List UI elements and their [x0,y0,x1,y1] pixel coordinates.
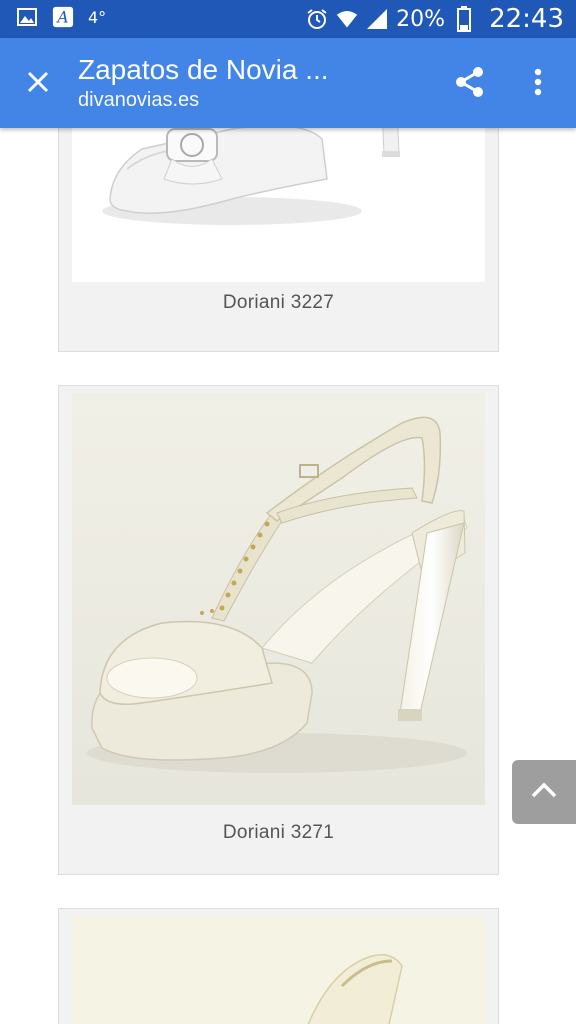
dictionary-icon: A [52,6,74,28]
signal-icon [366,8,388,30]
temperature-text: 4° [88,7,107,27]
product-card[interactable] [58,908,499,1024]
status-right: 20% 22:43 [306,4,564,34]
page-content: Doriani 3227 Doriani 3271 [0,128,576,1024]
svg-text:A: A [55,9,68,27]
product-image[interactable] [72,393,485,805]
page-title: Zapatos de Novia ... [78,54,329,85]
product-card[interactable]: Doriani 3227 [58,128,499,352]
share-icon [454,66,486,103]
app-bar: Zapatos de Novia ... divanovias.es [0,38,576,128]
chevron-up-icon [531,782,557,803]
page-domain: divanovias.es [78,89,200,111]
battery-icon [453,6,475,32]
battery-percent: 20% [396,6,446,32]
gallery-icon [16,6,38,28]
alarm-icon [306,8,328,30]
wifi-icon [336,8,358,30]
product-caption[interactable]: Doriani 3227 [59,292,498,314]
close-icon [26,70,50,99]
product-card[interactable]: Doriani 3271 [58,385,499,875]
status-left: A 4° [16,6,106,28]
close-button[interactable] [14,60,62,108]
product-image[interactable] [72,916,485,1024]
scroll-to-top-button[interactable] [512,760,576,824]
more-vert-icon [534,68,542,101]
app-bar-titles: Zapatos de Novia ... divanovias.es [78,52,418,112]
share-button[interactable] [446,60,494,108]
product-image[interactable] [72,128,485,282]
product-caption[interactable]: Doriani 3271 [59,822,498,844]
more-options-button[interactable] [514,60,562,108]
status-bar: A 4° 20% 22:43 [0,0,576,38]
clock-time: 22:43 [489,4,564,34]
